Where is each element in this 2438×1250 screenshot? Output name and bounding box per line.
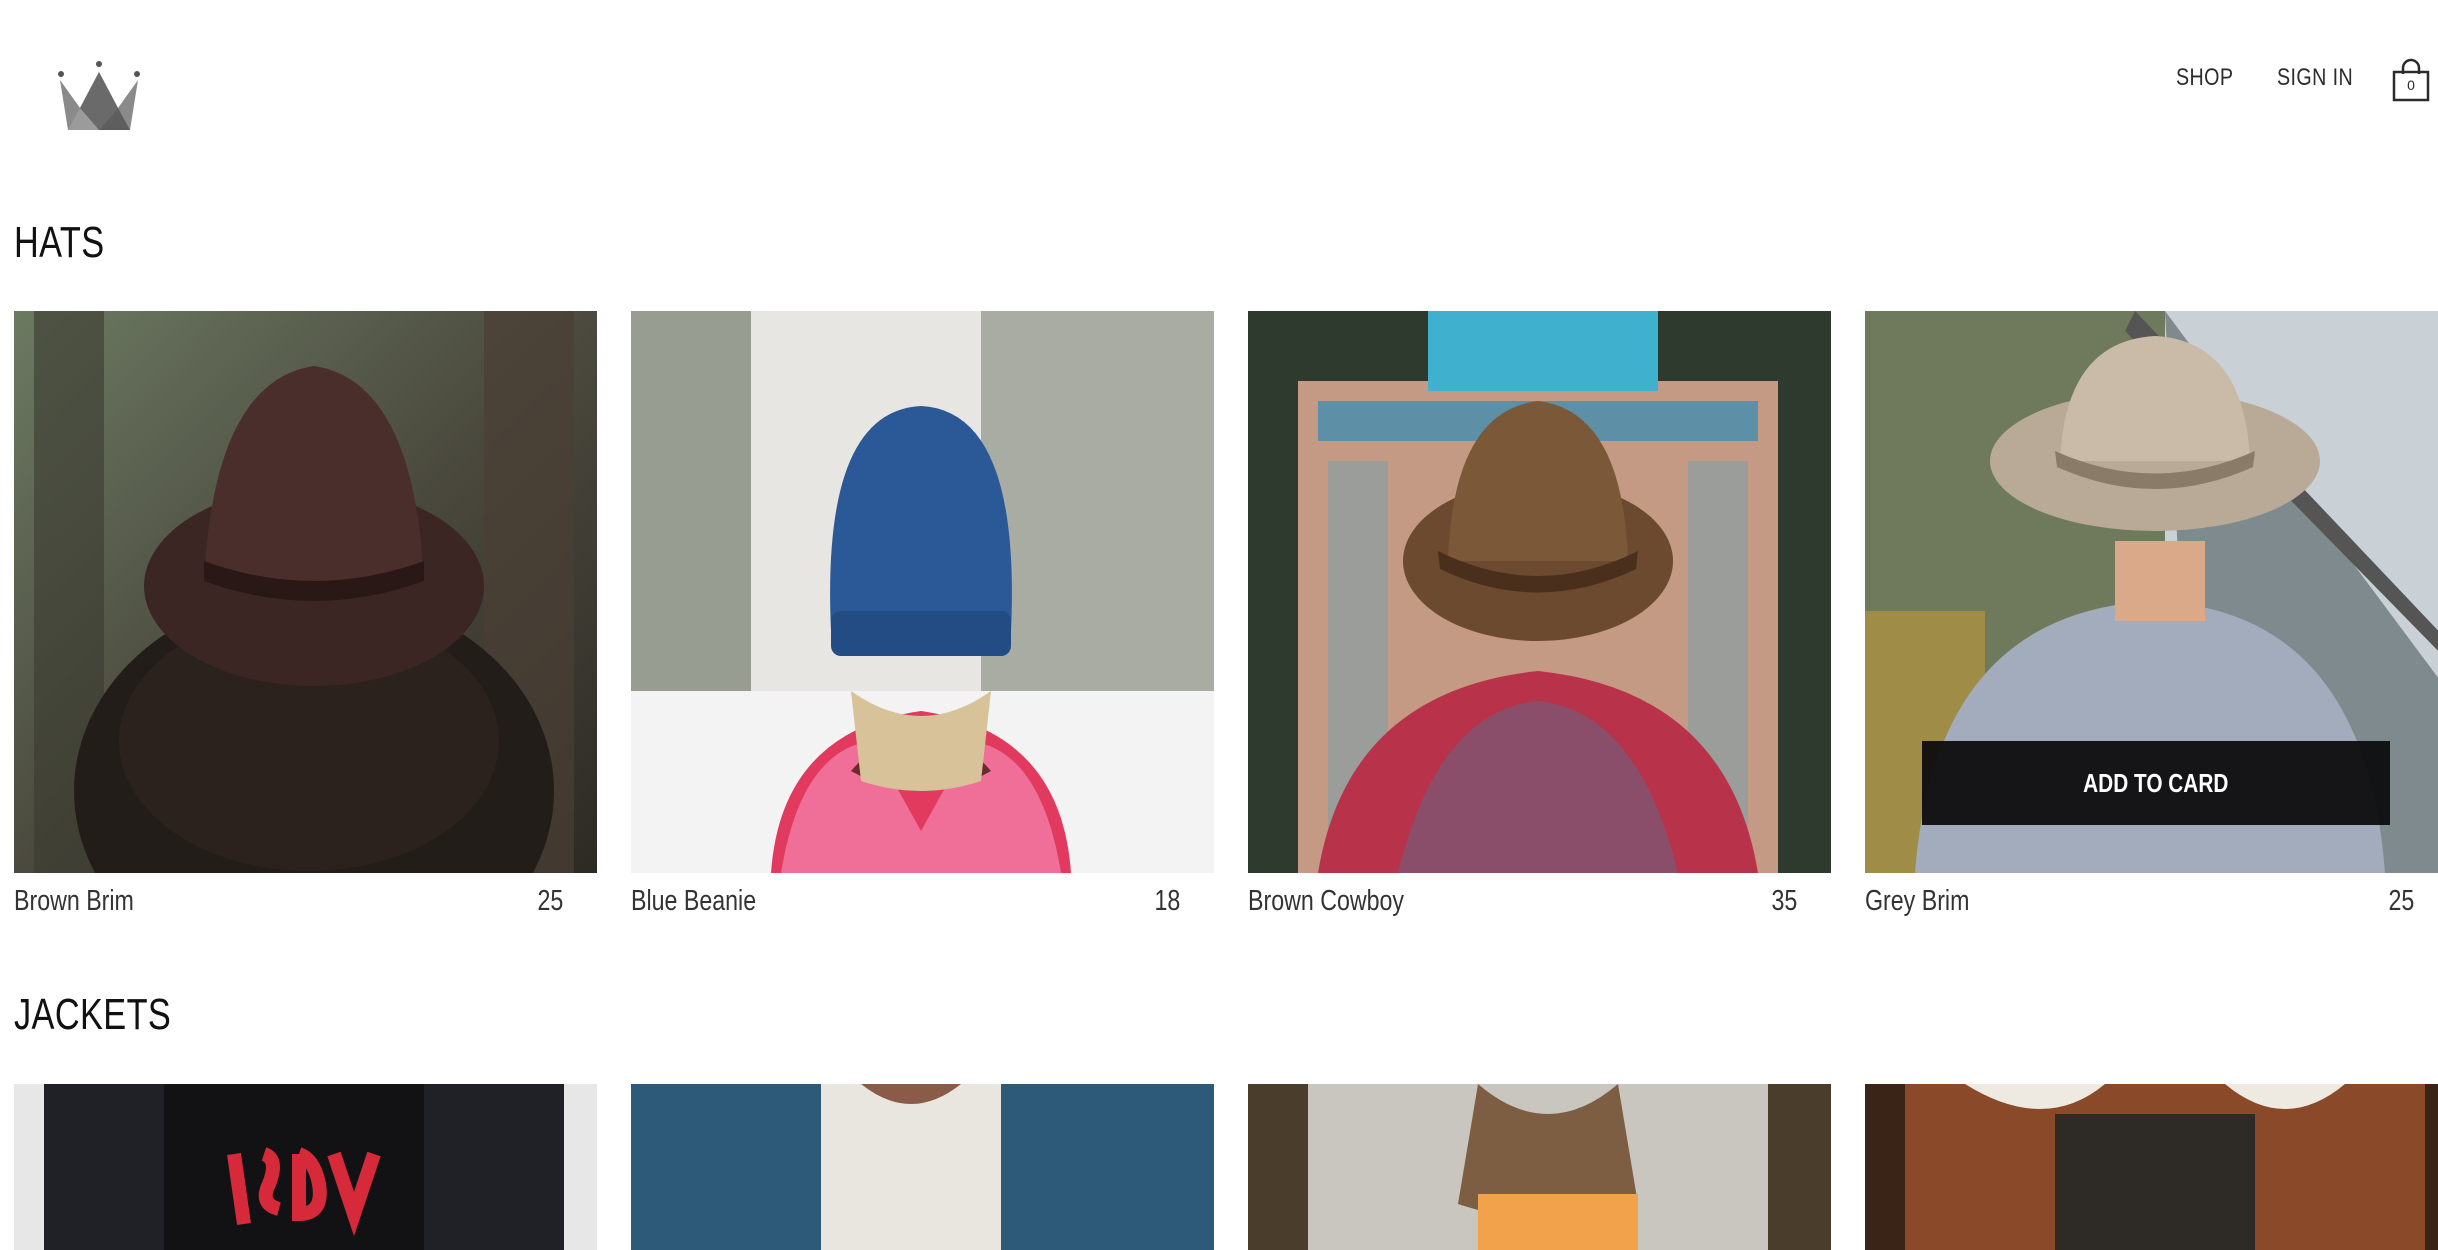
cart-count: 0 [2407, 77, 2415, 93]
site-header: SHOP SIGN IN 0 [0, 0, 2438, 150]
brown-brim-photo [14, 311, 597, 873]
light-denim-jacket-photo [1248, 1084, 1831, 1250]
product-card-grey-brim[interactable]: ADD TO CARD Grey Brim 25 [1865, 311, 2438, 931]
product-card-jacket-2[interactable] [631, 1084, 1214, 1250]
product-name: Brown Brim [14, 885, 134, 917]
product-card-blue-beanie[interactable]: Blue Beanie 18 [631, 311, 1214, 931]
product-card-jacket-4[interactable] [1865, 1084, 2438, 1250]
brown-shearling-jacket-photo [1865, 1084, 2438, 1250]
product-name: Blue Beanie [631, 885, 757, 917]
black-denim-jacket-photo [14, 1084, 597, 1250]
product-price: 35 [1771, 885, 1797, 917]
product-card-jacket-3[interactable] [1248, 1084, 1831, 1250]
blue-denim-jacket-photo [631, 1084, 1214, 1250]
nav-shop-link[interactable]: SHOP [2176, 64, 2233, 92]
add-to-card-button[interactable]: ADD TO CARD [1922, 741, 2390, 825]
product-price: 18 [1154, 885, 1180, 917]
product-price: 25 [537, 885, 563, 917]
product-name: Brown Cowboy [1248, 885, 1405, 917]
product-card-jacket-1[interactable] [14, 1084, 597, 1250]
blue-beanie-photo [631, 311, 1214, 873]
crown-logo-icon[interactable] [54, 58, 144, 130]
section-title-jackets[interactable]: JACKETS [14, 990, 171, 1040]
product-card-brown-cowboy[interactable]: Brown Cowboy 35 [1248, 311, 1831, 931]
cart-button[interactable]: 0 [2390, 58, 2432, 102]
section-title-hats[interactable]: HATS [14, 218, 105, 268]
nav-sign-in-link[interactable]: SIGN IN [2277, 64, 2353, 92]
product-card-brown-brim[interactable]: Brown Brim 25 [14, 311, 597, 931]
brown-cowboy-photo [1248, 311, 1831, 873]
product-price: 25 [2388, 885, 2414, 917]
product-name: Grey Brim [1865, 885, 1970, 917]
